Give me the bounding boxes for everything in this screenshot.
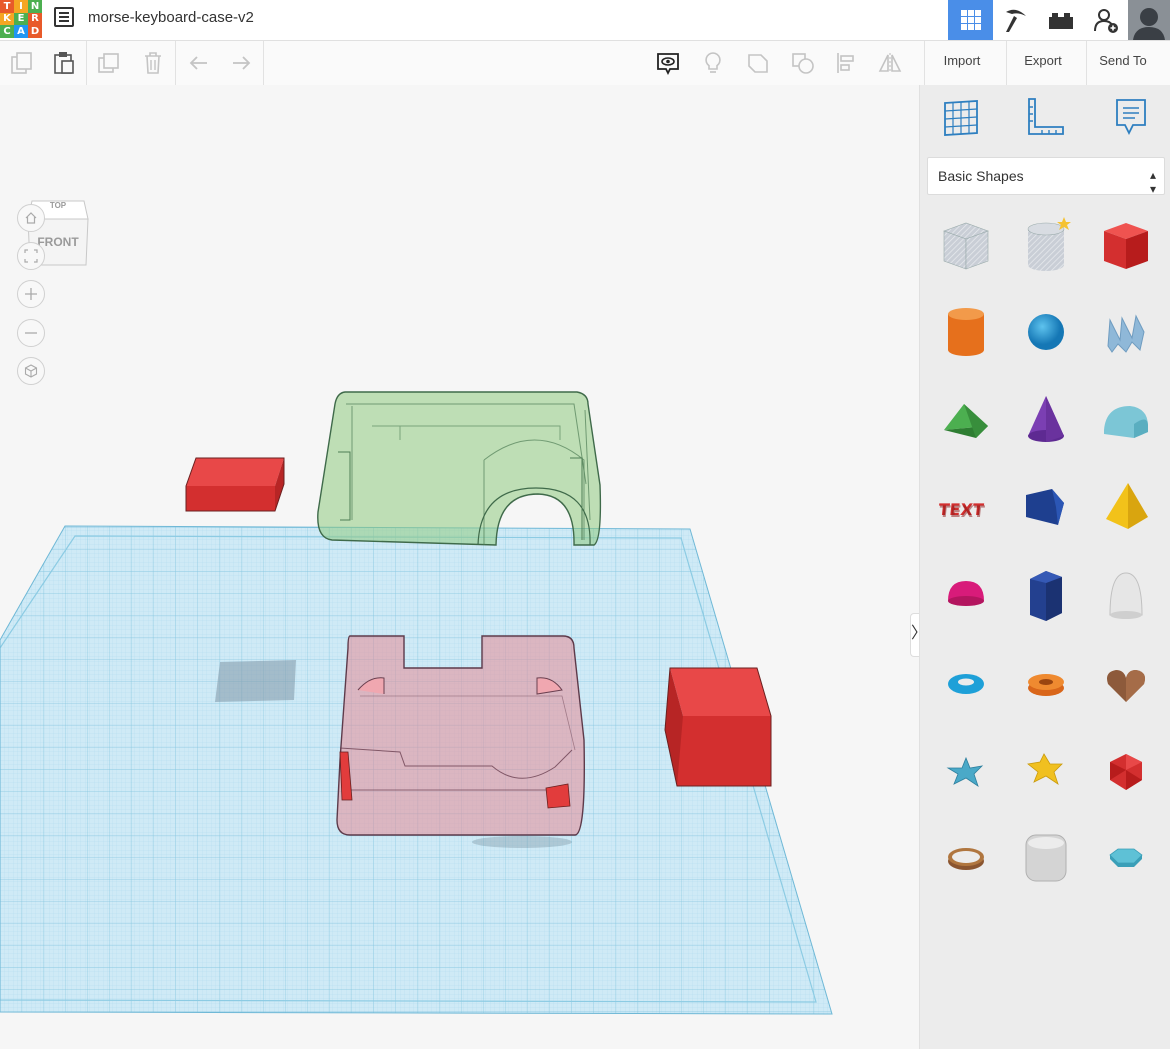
shape-cylinder[interactable] <box>936 302 996 362</box>
delete-icon[interactable] <box>141 51 165 75</box>
design-list-icon[interactable] <box>54 7 74 27</box>
export-button[interactable]: Export <box>1007 41 1079 85</box>
shape-torus[interactable] <box>936 652 996 712</box>
mirror-icon[interactable] <box>878 51 902 75</box>
shape-ring[interactable] <box>936 827 996 887</box>
home-view-button[interactable] <box>17 204 45 232</box>
minus-icon <box>25 332 37 334</box>
shape-sphere[interactable] <box>1016 302 1076 362</box>
shape-cone[interactable] <box>1016 390 1076 450</box>
fit-view-button[interactable] <box>17 242 45 270</box>
red-flat-box[interactable] <box>185 457 285 512</box>
bricks-button[interactable] <box>1038 0 1083 40</box>
lightbulb-icon[interactable] <box>701 51 725 75</box>
bricks-icon <box>1048 13 1073 29</box>
top-right-buttons <box>948 0 1170 40</box>
ruler-icon[interactable] <box>1025 97 1065 137</box>
logo-letter: D <box>28 25 42 38</box>
grid-view-button[interactable] <box>948 0 993 40</box>
logo-letter: E <box>14 12 28 26</box>
shape-roof[interactable] <box>936 390 996 450</box>
send-to-button[interactable]: Send To <box>1087 41 1159 85</box>
green-case-lid[interactable] <box>317 391 602 546</box>
shape-polygon-flat[interactable] <box>1096 827 1156 887</box>
tinkercad-logo[interactable]: T I N K E R C A D <box>0 0 42 38</box>
shape-round-roof[interactable] <box>1096 390 1156 450</box>
logo-letter: R <box>28 12 42 26</box>
shapes-panel: Basic Shapes ▴ ▾ TEXT TEXT <box>919 85 1170 1049</box>
shape-half-sphere[interactable] <box>936 565 996 625</box>
undo-icon[interactable] <box>187 51 211 75</box>
ungroup-icon[interactable] <box>791 51 815 75</box>
group-icon[interactable] <box>746 51 770 75</box>
shape-star-gold[interactable] <box>1016 740 1076 800</box>
codeblocks-button[interactable] <box>993 0 1038 40</box>
top-bar: T I N K E R C A D morse-keyboard-case-v2 <box>0 0 1170 41</box>
scene-canvas[interactable]: rplane <box>0 85 919 1049</box>
notes-icon[interactable] <box>1111 97 1151 137</box>
base-shadow <box>472 836 572 848</box>
paste-icon[interactable] <box>52 51 76 75</box>
select-arrows-icon: ▴ ▾ <box>1149 168 1156 196</box>
shape-library-select[interactable]: Basic Shapes ▴ ▾ <box>927 157 1165 196</box>
projection-button[interactable] <box>17 357 45 385</box>
plus-icon <box>25 288 37 300</box>
logo-letter: T <box>0 0 14 13</box>
shape-library-value: Basic Shapes <box>938 168 1024 184</box>
home-icon <box>25 212 37 224</box>
cube-outline-icon <box>24 364 38 378</box>
duplicate-icon[interactable] <box>97 51 121 75</box>
shape-pyramid[interactable] <box>1096 477 1156 537</box>
shape-box-hole[interactable] <box>936 215 996 275</box>
pickaxe-icon <box>1005 9 1026 32</box>
redo-icon[interactable] <box>229 51 253 75</box>
zoom-in-button[interactable] <box>17 280 45 308</box>
shape-paraboloid[interactable] <box>1096 565 1156 625</box>
logo-letter: N <box>28 0 42 13</box>
design-title[interactable]: morse-keyboard-case-v2 <box>88 9 254 26</box>
shape-heart[interactable] <box>1096 652 1156 712</box>
shape-box[interactable] <box>1096 215 1156 275</box>
logo-letter: I <box>14 0 28 13</box>
red-cube[interactable] <box>664 667 772 787</box>
shape-prism[interactable] <box>1016 477 1076 537</box>
shape-round-box[interactable] <box>1016 827 1076 887</box>
avatar-icon <box>1133 8 1165 40</box>
shape-tube[interactable] <box>1016 652 1076 712</box>
add-user-button[interactable] <box>1083 0 1128 40</box>
toolbar: Import Export Send To <box>0 41 1170 86</box>
show-all-icon[interactable] <box>656 51 680 75</box>
logo-letter: C <box>0 25 14 38</box>
shape-icosahedron[interactable] <box>1096 740 1156 800</box>
shape-text[interactable]: TEXT TEXT <box>936 477 996 537</box>
add-user-icon <box>1093 9 1118 33</box>
profile-avatar[interactable] <box>1128 0 1170 40</box>
svg-text:TEXT: TEXT <box>938 502 985 521</box>
shape-polygon[interactable] <box>1016 565 1076 625</box>
shape-cylinder-hole[interactable] <box>1016 215 1076 275</box>
workplane-icon[interactable] <box>941 97 981 137</box>
logo-letter: A <box>14 25 28 38</box>
import-button[interactable]: Import <box>925 41 999 85</box>
box-shadow <box>215 660 296 702</box>
zoom-out-button[interactable] <box>17 319 45 347</box>
3d-viewport[interactable]: rplane TOP FRONT <box>0 85 919 1049</box>
shape-star[interactable] <box>936 740 996 800</box>
shape-scribble[interactable] <box>1096 302 1156 362</box>
grid-icon <box>960 10 981 30</box>
align-icon[interactable] <box>835 51 859 75</box>
logo-letter: K <box>0 12 14 26</box>
fit-icon <box>24 249 38 263</box>
copy-icon[interactable] <box>10 51 34 75</box>
